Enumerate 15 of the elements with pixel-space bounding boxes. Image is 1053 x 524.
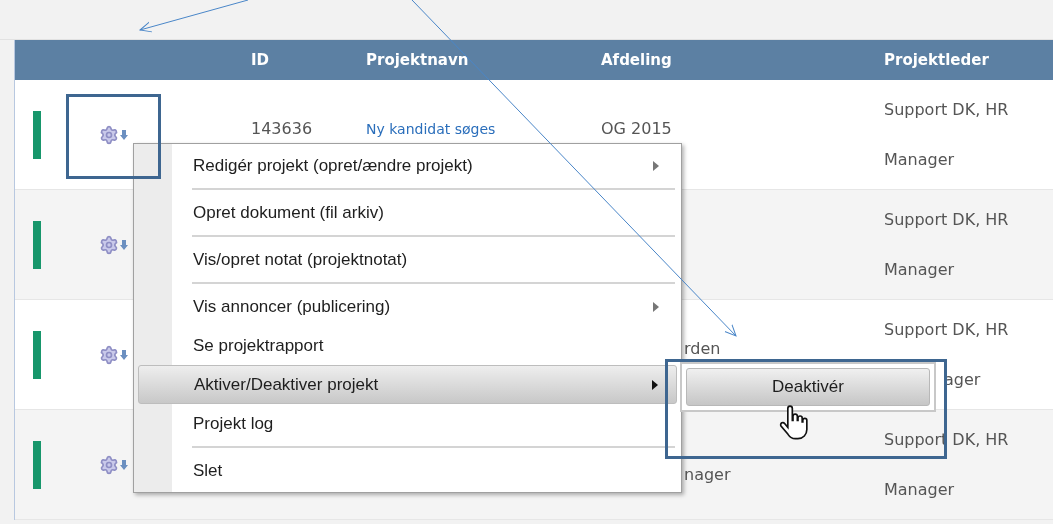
table-cell: rden [684, 338, 721, 358]
table-cell-text: Support DK, HR [884, 428, 1010, 451]
column-header: Projektnavn [366, 49, 470, 71]
table-cell: 143636 [251, 118, 313, 138]
table-cell: OG 2015 [601, 118, 672, 138]
table-cell-text: Support DK, HR [884, 318, 1010, 341]
table-cell-text: Manager [884, 478, 956, 501]
table-cell: nager [684, 464, 731, 484]
table-cell-text: Support DK, HR [884, 98, 1010, 121]
column-header: Afdeling [601, 49, 673, 71]
table-cell-text: Manager [884, 258, 956, 281]
table-cell-text: Support DK, HR [884, 208, 1010, 231]
table-cell-text: Manager [884, 148, 956, 171]
column-header: Projektleder [884, 49, 990, 71]
column-header: ID [251, 49, 271, 71]
